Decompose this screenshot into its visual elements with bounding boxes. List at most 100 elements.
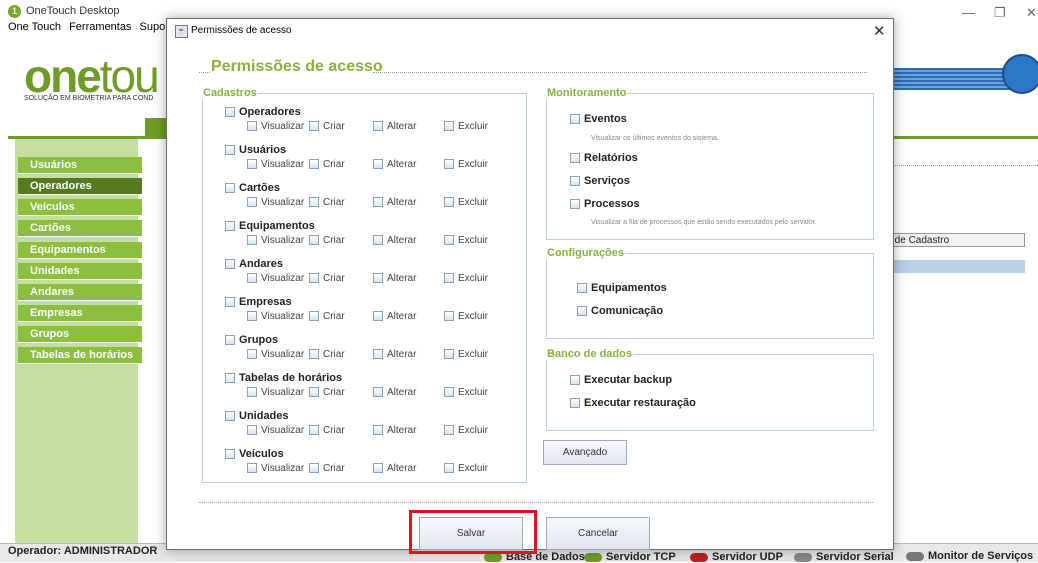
checkbox-icon[interactable] — [309, 121, 319, 132]
checkbox-cartoes-alterar[interactable]: Alterar — [373, 197, 416, 208]
checkbox-icon[interactable] — [570, 114, 580, 125]
checkbox-empresas-visualizar[interactable]: Visualizar — [247, 311, 304, 322]
checkbox-operadores-visualizar[interactable]: Visualizar — [247, 121, 304, 132]
checkbox-empresas-excluir[interactable]: Excluir — [444, 311, 488, 322]
checkbox-icon[interactable] — [570, 153, 580, 164]
checkbox-icon[interactable] — [577, 306, 587, 317]
checkbox-icon[interactable] — [309, 311, 319, 322]
checkbox-icon[interactable] — [247, 235, 257, 246]
checkbox-cartoes-excluir[interactable]: Excluir — [444, 197, 488, 208]
checkbox-icon[interactable] — [225, 259, 235, 270]
restore-icon[interactable]: ❐ — [994, 5, 1006, 21]
checkbox-cartoes-criar[interactable]: Criar — [309, 197, 345, 208]
checkbox-icon[interactable] — [373, 349, 383, 360]
checkbox-icon[interactable] — [570, 375, 580, 386]
checkbox-veiculos-alterar[interactable]: Alterar — [373, 463, 416, 474]
checkbox-icon[interactable] — [373, 159, 383, 170]
checkbox-unidades-alterar[interactable]: Alterar — [373, 425, 416, 436]
menu-ferramentas[interactable]: Ferramentas — [69, 21, 131, 33]
checkbox-operadores-criar[interactable]: Criar — [309, 121, 345, 132]
checkbox-icon[interactable] — [247, 159, 257, 170]
checkbox-icon[interactable] — [247, 121, 257, 132]
checkbox-unidades-criar[interactable]: Criar — [309, 425, 345, 436]
checkbox-processos[interactable]: Processos — [570, 198, 640, 210]
checkbox-equipamentos[interactable]: Equipamentos — [225, 220, 315, 232]
checkbox-icon[interactable] — [309, 425, 319, 436]
checkbox-icon[interactable] — [309, 235, 319, 246]
checkbox-icon[interactable] — [444, 463, 454, 474]
checkbox-icon[interactable] — [225, 373, 235, 384]
checkbox-veiculos[interactable]: Veículos — [225, 448, 284, 460]
checkbox-icon[interactable] — [444, 159, 454, 170]
checkbox-andares-alterar[interactable]: Alterar — [373, 273, 416, 284]
avancado-button[interactable]: Avançado — [543, 440, 627, 465]
checkbox-andares-criar[interactable]: Criar — [309, 273, 345, 284]
checkbox-equipamentos-excluir[interactable]: Excluir — [444, 235, 488, 246]
checkbox-icon[interactable] — [373, 197, 383, 208]
checkbox-eventos[interactable]: Eventos — [570, 113, 627, 125]
checkbox-icon[interactable] — [247, 273, 257, 284]
sidebar-item-operadores[interactable]: Operadores — [18, 178, 142, 195]
checkbox-icon[interactable] — [225, 145, 235, 156]
checkbox-icon[interactable] — [225, 335, 235, 346]
checkbox-unidades-visualizar[interactable]: Visualizar — [247, 425, 304, 436]
table-column-header[interactable]: ata de Cadastro — [875, 233, 1025, 247]
checkbox-icon[interactable] — [247, 311, 257, 322]
checkbox-icon[interactable] — [225, 183, 235, 194]
checkbox-operadores[interactable]: Operadores — [225, 106, 301, 118]
checkbox-icon[interactable] — [444, 387, 454, 398]
checkbox-usuarios-excluir[interactable]: Excluir — [444, 159, 488, 170]
checkbox-grupos-visualizar[interactable]: Visualizar — [247, 349, 304, 360]
sidebar-item-andares[interactable]: Andares — [18, 284, 142, 301]
checkbox-icon[interactable] — [225, 107, 235, 118]
checkbox-icon[interactable] — [570, 398, 580, 409]
checkbox-icon[interactable] — [247, 349, 257, 360]
checkbox-icon[interactable] — [444, 425, 454, 436]
checkbox-empresas[interactable]: Empresas — [225, 296, 292, 308]
checkbox-usuarios-criar[interactable]: Criar — [309, 159, 345, 170]
checkbox-equipamentos-alterar[interactable]: Alterar — [373, 235, 416, 246]
close-window-icon[interactable]: ✕ — [1026, 5, 1037, 21]
checkbox-icon[interactable] — [309, 387, 319, 398]
checkbox-icon[interactable] — [373, 121, 383, 132]
checkbox-icon[interactable] — [373, 425, 383, 436]
checkbox-icon[interactable] — [309, 463, 319, 474]
checkbox-veiculos-criar[interactable]: Criar — [309, 463, 345, 474]
sidebar-item-grupos[interactable]: Grupos — [18, 326, 142, 343]
sidebar-item-empresas[interactable]: Empresas — [18, 305, 142, 322]
checkbox-icon[interactable] — [577, 283, 587, 294]
checkbox-icon[interactable] — [225, 411, 235, 422]
menu-one-touch[interactable]: One Touch — [8, 21, 61, 33]
checkbox-unidades[interactable]: Unidades — [225, 410, 289, 422]
checkbox-icon[interactable] — [247, 463, 257, 474]
checkbox-veiculos-visualizar[interactable]: Visualizar — [247, 463, 304, 474]
checkbox-icon[interactable] — [247, 197, 257, 208]
checkbox-cartoes-visualizar[interactable]: Visualizar — [247, 197, 304, 208]
checkbox-tabelas-de-horarios-excluir[interactable]: Excluir — [444, 387, 488, 398]
checkbox-icon[interactable] — [225, 221, 235, 232]
sidebar-item-tabelas-de-horarios[interactable]: Tabelas de horários — [18, 347, 142, 364]
checkbox-executar-restauracao[interactable]: Executar restauração — [570, 397, 696, 409]
monitor-de-servicos-button[interactable]: Monitor de Serviços — [906, 550, 1033, 562]
checkbox-veiculos-excluir[interactable]: Excluir — [444, 463, 488, 474]
checkbox-andares[interactable]: Andares — [225, 258, 283, 270]
checkbox-icon[interactable] — [444, 349, 454, 360]
checkbox-tabelas-de-horarios-alterar[interactable]: Alterar — [373, 387, 416, 398]
checkbox-grupos-alterar[interactable]: Alterar — [373, 349, 416, 360]
checkbox-icon[interactable] — [444, 273, 454, 284]
sidebar-item-veiculos[interactable]: Veículos — [18, 199, 142, 216]
checkbox-icon[interactable] — [309, 159, 319, 170]
checkbox-tabelas-de-horarios-visualizar[interactable]: Visualizar — [247, 387, 304, 398]
checkbox-tabelas-de-horarios[interactable]: Tabelas de horários — [225, 372, 342, 384]
minimize-icon[interactable]: — — [962, 5, 975, 20]
checkbox-andares-visualizar[interactable]: Visualizar — [247, 273, 304, 284]
checkbox-icon[interactable] — [570, 199, 580, 210]
checkbox-grupos-criar[interactable]: Criar — [309, 349, 345, 360]
sidebar-item-equipamentos[interactable]: Equipamentos — [18, 242, 142, 259]
checkbox-icon[interactable] — [373, 311, 383, 322]
checkbox-grupos-excluir[interactable]: Excluir — [444, 349, 488, 360]
checkbox-icon[interactable] — [570, 176, 580, 187]
sidebar-item-unidades[interactable]: Unidades — [18, 263, 142, 280]
checkbox-icon[interactable] — [444, 235, 454, 246]
checkbox-empresas-criar[interactable]: Criar — [309, 311, 345, 322]
